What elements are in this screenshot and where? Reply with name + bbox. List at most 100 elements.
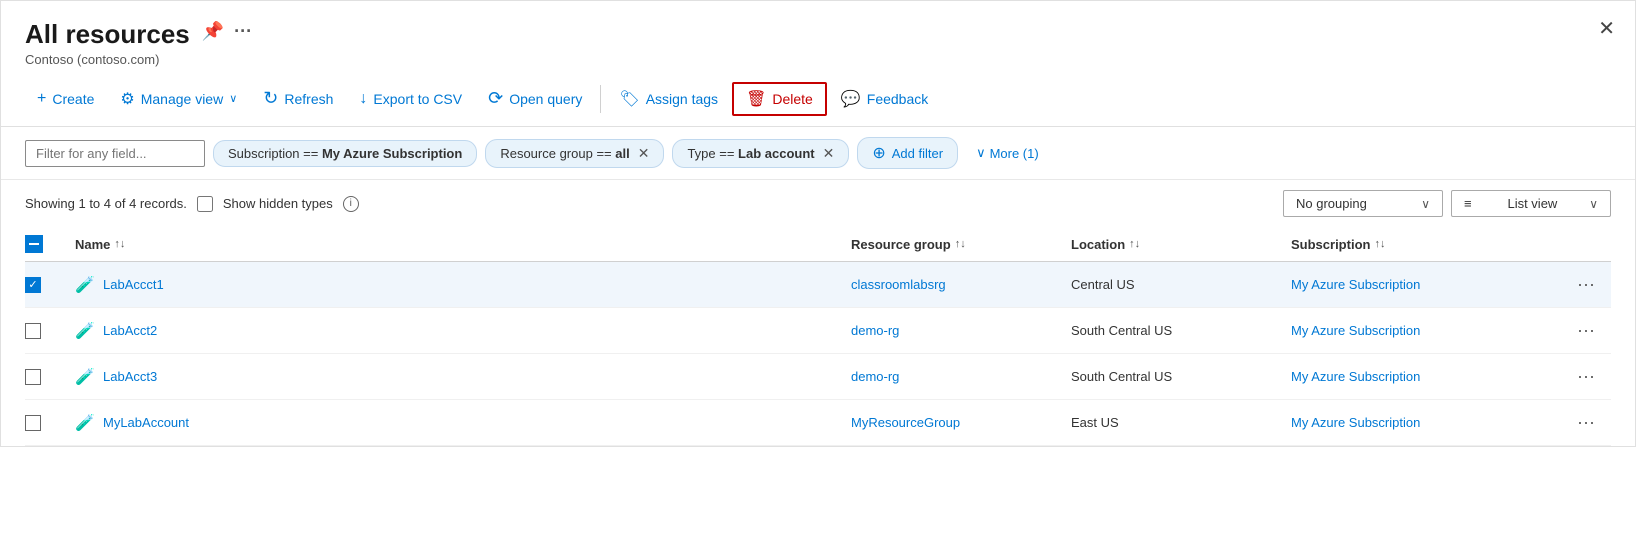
resource-icon-1: 🧪 [75,275,95,295]
row-actions-1: ··· [1571,272,1611,297]
resource-icon-2: 🧪 [75,321,95,341]
resource-group-1: classroomlabsrg [851,277,1071,292]
table-row: 🧪 MyLabAccount MyResourceGroup East US M… [25,400,1611,446]
pin-icon[interactable]: 📌 [202,21,224,42]
table-row: 🧪 LabAcct2 demo-rg South Central US My A… [25,308,1611,354]
name-sort-icon: ↑↓ [114,238,125,250]
title-area: All resources Contoso (contoso.com) [25,19,190,67]
toolbar: + Create ⚙ Manage view ∨ ↻ Refresh ↓ Exp… [1,71,1635,127]
location-1: Central US [1071,277,1291,292]
show-hidden-label: Show hidden types [223,196,333,211]
view-dropdown[interactable]: ≡ List view ∨ [1451,190,1611,217]
feedback-icon: 💬 [841,89,861,109]
panel-header: All resources Contoso (contoso.com) 📌 ··… [1,1,1635,71]
filter-tag-resource-group[interactable]: Resource group == all ✕ [485,139,664,168]
resource-group-3: demo-rg [851,369,1071,384]
subscription-4: My Azure Subscription [1291,415,1571,430]
row-actions-2: ··· [1571,318,1611,343]
col-header-resource-group[interactable]: Resource group ↑↓ [851,237,1071,252]
gear-icon: ⚙ [120,89,134,109]
resource-group-4: MyResourceGroup [851,415,1071,430]
manage-view-button[interactable]: ⚙ Manage view ∨ [108,82,249,116]
row-actions-3: ··· [1571,364,1611,389]
chevron-down-icon: ∨ [976,145,986,161]
row-checkbox-1[interactable] [25,277,75,293]
select-all-checkbox[interactable] [25,235,75,253]
delete-icon: 🗑 [746,89,766,109]
title-row: All resources Contoso (contoso.com) 📌 ··… [25,19,252,67]
subscription-1: My Azure Subscription [1291,277,1571,292]
showing-text: Showing 1 to 4 of 4 records. [25,196,187,211]
open-query-button[interactable]: ⟳ Open query [476,81,594,116]
add-filter-button[interactable]: ⊕ Add filter [857,137,958,169]
show-hidden-checkbox[interactable] [197,196,213,212]
query-icon: ⟳ [488,88,503,109]
export-csv-button[interactable]: ↓ Export to CSV [347,83,474,115]
row-more-button-3[interactable]: ··· [1571,364,1601,389]
grouping-chevron-icon: ∨ [1421,197,1430,211]
row-more-button-2[interactable]: ··· [1571,318,1601,343]
list-info: Showing 1 to 4 of 4 records. Show hidden… [25,196,359,212]
more-options-icon[interactable]: ··· [234,21,252,42]
subscription-3: My Azure Subscription [1291,369,1571,384]
table-row: 🧪 LabAcct3 demo-rg South Central US My A… [25,354,1611,400]
subscription-2: My Azure Subscription [1291,323,1571,338]
filter-tag-type-close[interactable]: ✕ [823,145,835,162]
title-icons: 📌 ··· [202,21,252,42]
chevron-down-icon: ∨ [229,92,237,105]
page-title: All resources [25,19,190,50]
row-checkbox-2[interactable] [25,323,75,339]
location-2: South Central US [1071,323,1291,338]
tags-icon: 🏷 [619,89,639,109]
add-filter-icon: ⊕ [872,143,885,163]
rg-sort-icon: ↑↓ [955,238,966,250]
resource-icon-4: 🧪 [75,413,95,433]
filter-bar: Subscription == My Azure Subscription Re… [1,127,1635,180]
col-header-location[interactable]: Location ↑↓ [1071,237,1291,252]
refresh-button[interactable]: ↻ Refresh [251,81,345,116]
close-button[interactable]: ✕ [1598,19,1615,39]
page-subtitle: Contoso (contoso.com) [25,52,190,67]
row-more-button-4[interactable]: ··· [1571,410,1601,435]
row-checkbox-3[interactable] [25,369,75,385]
assign-tags-button[interactable]: 🏷 Assign tags [607,82,730,116]
view-chevron-icon: ∨ [1589,197,1598,211]
resource-name-3[interactable]: 🧪 LabAcct3 [75,367,851,387]
all-resources-panel: All resources Contoso (contoso.com) 📌 ··… [0,0,1636,447]
row-checkbox-4[interactable] [25,415,75,431]
resource-name-2[interactable]: 🧪 LabAcct2 [75,321,851,341]
resource-name-4[interactable]: 🧪 MyLabAccount [75,413,851,433]
delete-button[interactable]: 🗑 Delete [732,82,827,116]
filter-tag-rg-close[interactable]: ✕ [638,145,650,162]
more-filters-button[interactable]: ∨ More (1) [966,140,1049,166]
col-header-name[interactable]: Name ↑↓ [75,237,851,252]
resource-name-1[interactable]: 🧪 LabAccct1 [75,275,851,295]
loc-sort-icon: ↑↓ [1129,238,1140,250]
export-icon: ↓ [359,90,367,108]
location-4: East US [1071,415,1291,430]
refresh-icon: ↻ [263,88,278,109]
location-3: South Central US [1071,369,1291,384]
table-header: Name ↑↓ Resource group ↑↓ Location ↑↓ Su… [25,227,1611,262]
list-view-controls: No grouping ∨ ≡ List view ∨ [1283,190,1611,217]
list-controls: Showing 1 to 4 of 4 records. Show hidden… [1,180,1635,227]
resource-icon-3: 🧪 [75,367,95,387]
list-view-icon: ≡ [1464,196,1472,211]
filter-tag-subscription[interactable]: Subscription == My Azure Subscription [213,140,477,167]
create-icon: + [37,90,46,108]
grouping-dropdown[interactable]: No grouping ∨ [1283,190,1443,217]
info-icon[interactable]: i [343,196,359,212]
table-row: 🧪 LabAccct1 classroomlabsrg Central US M… [25,262,1611,308]
sub-sort-icon: ↑↓ [1374,238,1385,250]
feedback-button[interactable]: 💬 Feedback [829,82,940,116]
table-area: Name ↑↓ Resource group ↑↓ Location ↑↓ Su… [1,227,1635,446]
resource-group-2: demo-rg [851,323,1071,338]
col-header-subscription[interactable]: Subscription ↑↓ [1291,237,1571,252]
filter-input[interactable] [25,140,205,167]
row-more-button-1[interactable]: ··· [1571,272,1601,297]
create-button[interactable]: + Create [25,83,106,115]
row-actions-4: ··· [1571,410,1611,435]
header-checkbox[interactable] [25,235,43,253]
toolbar-divider [600,85,601,113]
filter-tag-type[interactable]: Type == Lab account ✕ [672,139,849,168]
